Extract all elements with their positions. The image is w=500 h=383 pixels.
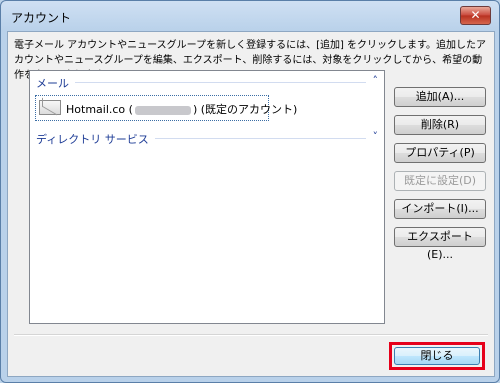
group-divider: [36, 82, 366, 83]
accounts-dialog: アカウント ✕ 電子メール アカウントやニュースグループを新しく登録するには、[…: [0, 0, 500, 383]
account-item-hotmail[interactable]: Hotmail.co () (既定のアカウント): [35, 95, 297, 121]
close-button-highlight: 閉じる: [389, 342, 485, 370]
window-close-button[interactable]: ✕: [460, 6, 491, 25]
properties-button[interactable]: プロパティ(P): [394, 143, 486, 163]
account-name: Hotmail.co: [66, 103, 126, 116]
redacted-email: [134, 105, 191, 115]
group-label-directory: ディレクトリ サービス: [36, 131, 155, 147]
chevron-up-icon[interactable]: ˄: [373, 74, 379, 87]
account-list[interactable]: メール ˄ Hotmail.co () (既定のアカウント) ディレクトリ サー…: [29, 70, 385, 324]
remove-button[interactable]: 削除(R): [394, 115, 486, 135]
group-header-mail[interactable]: メール ˄: [36, 74, 380, 91]
close-button[interactable]: 閉じる: [394, 347, 480, 365]
footer-divider: [14, 334, 488, 336]
export-button[interactable]: エクスポート(E)...: [394, 227, 486, 261]
group-header-directory[interactable]: ディレクトリ サービス ˅: [36, 130, 380, 147]
title-bar: アカウント ✕: [1, 1, 499, 31]
dialog-body: 電子メール アカウントやニュースグループを新しく登録するには、[追加] をクリッ…: [7, 31, 495, 377]
account-item-label: Hotmail.co () (既定のアカウント): [66, 103, 298, 116]
chevron-down-icon[interactable]: ˅: [373, 130, 379, 143]
mail-account-icon: [39, 100, 61, 115]
group-label-mail: メール: [36, 75, 75, 91]
add-button[interactable]: 追加(A)...: [394, 87, 486, 107]
import-button[interactable]: インポート(I)...: [394, 199, 486, 219]
default-account-label: (既定のアカウント): [200, 103, 298, 116]
window-title: アカウント: [11, 11, 72, 25]
set-default-button[interactable]: 既定に設定(D): [394, 171, 486, 191]
